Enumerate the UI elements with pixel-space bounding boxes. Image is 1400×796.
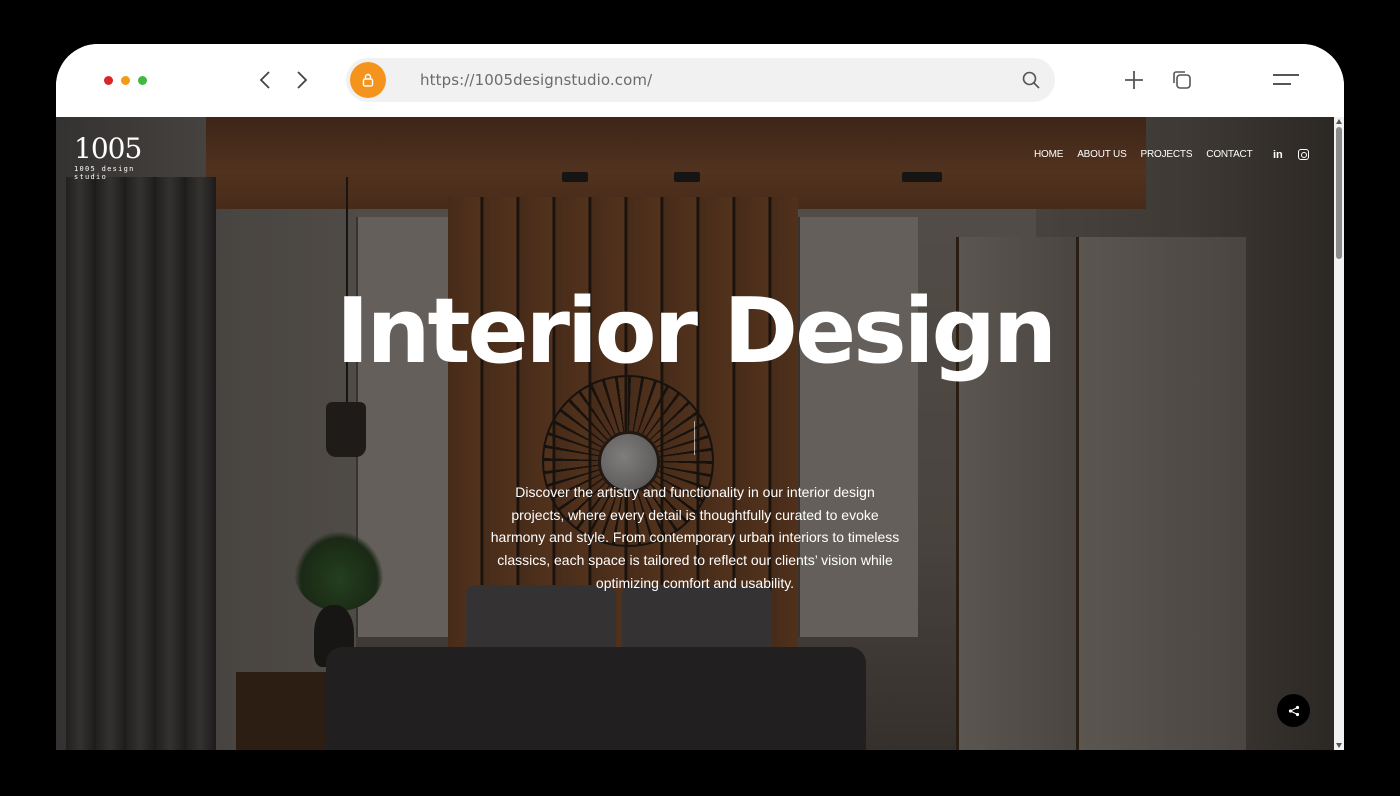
hero-background-image [56, 117, 1334, 750]
instagram-icon[interactable] [1298, 149, 1309, 160]
page-scrollbar[interactable] [1334, 117, 1344, 750]
page-viewport: 1005 1005 design studio HOME ABOUT US PR… [56, 117, 1344, 750]
browser-window: https://1005designstudio.com/ 1005 1005 … [56, 44, 1344, 750]
browser-toolbar: https://1005designstudio.com/ [56, 44, 1344, 117]
hero-overlay [56, 117, 1334, 750]
hero-description: Discover the artistry and functionality … [490, 484, 900, 591]
scroll-up-arrow-icon[interactable] [1336, 119, 1342, 124]
logo-tagline: 1005 design studio [74, 165, 135, 181]
scrollbar-thumb[interactable] [1336, 127, 1342, 259]
site-logo[interactable]: 1005 1005 design studio [74, 132, 170, 182]
share-button[interactable] [1277, 694, 1310, 727]
nav-contact[interactable]: CONTACT [1206, 149, 1252, 160]
tabs-icon[interactable] [1170, 68, 1194, 92]
close-window-dot[interactable] [104, 76, 113, 85]
search-icon[interactable] [1021, 70, 1041, 90]
linkedin-icon[interactable]: in [1273, 149, 1283, 161]
lock-icon [350, 62, 386, 98]
menu-icon[interactable] [1270, 68, 1302, 92]
site-nav: HOME ABOUT US PROJECTS CONTACT [1034, 149, 1253, 160]
logo-mark: 1005 [74, 132, 142, 165]
nav-about-us[interactable]: ABOUT US [1077, 149, 1127, 160]
minimize-window-dot[interactable] [121, 76, 130, 85]
nav-projects[interactable]: PROJECTS [1141, 149, 1193, 160]
forward-arrow-icon[interactable] [289, 68, 313, 92]
share-icon [1288, 705, 1299, 716]
url-text[interactable]: https://1005designstudio.com/ [420, 71, 652, 89]
plus-icon[interactable] [1122, 68, 1146, 92]
back-arrow-icon[interactable] [254, 68, 278, 92]
maximize-window-dot[interactable] [138, 76, 147, 85]
scroll-down-arrow-icon[interactable] [1336, 743, 1342, 748]
nav-home[interactable]: HOME [1034, 149, 1063, 160]
hero-divider [694, 421, 695, 455]
address-bar[interactable]: https://1005designstudio.com/ [346, 58, 1055, 102]
hero-title: Interior Design [335, 279, 1057, 384]
